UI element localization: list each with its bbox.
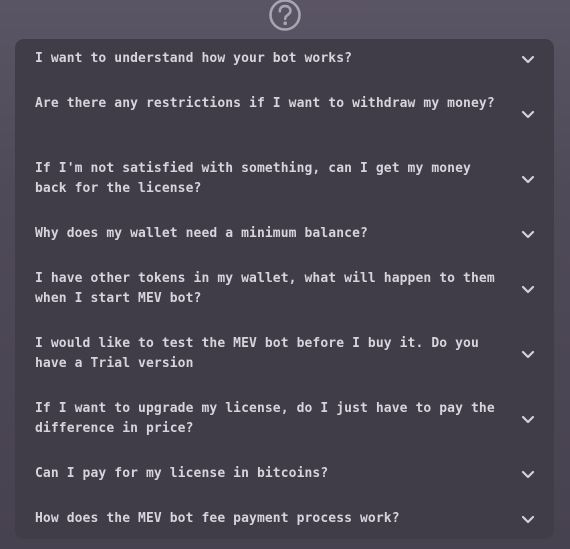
- question-circle-icon[interactable]: [268, 0, 302, 32]
- chevron-down-icon[interactable]: [521, 230, 535, 239]
- faq-item[interactable]: Are there any restrictions if I want to …: [15, 94, 554, 134]
- faq-question: I want to understand how your bot works?: [35, 51, 353, 66]
- chevron-down-icon[interactable]: [521, 470, 535, 479]
- faq-question: If I want to upgrade my license, do I ju…: [35, 401, 495, 436]
- chevron-down-icon[interactable]: [521, 415, 535, 424]
- chevron-down-icon[interactable]: [521, 350, 535, 359]
- chevron-down-icon[interactable]: [521, 55, 535, 64]
- faq-question: How does the MEV bot fee payment process…: [35, 511, 400, 526]
- faq-item[interactable]: I would like to test the MEV bot before …: [15, 334, 554, 374]
- faq-question: I would like to test the MEV bot before …: [35, 336, 479, 371]
- faq-question: Are there any restrictions if I want to …: [35, 96, 495, 111]
- faq-question: If I'm not satisfied with something, can…: [35, 161, 471, 196]
- faq-item[interactable]: If I want to upgrade my license, do I ju…: [15, 399, 554, 439]
- faq-item[interactable]: How does the MEV bot fee payment process…: [15, 509, 554, 529]
- faq-item[interactable]: I want to understand how your bot works?: [15, 49, 554, 69]
- faq-question: I have other tokens in my wallet, what w…: [35, 271, 495, 306]
- faq-panel: I want to understand how your bot works?…: [15, 39, 554, 539]
- faq-item[interactable]: Why does my wallet need a minimum balanc…: [15, 224, 554, 244]
- faq-question: Can I pay for my license in bitcoins?: [35, 466, 329, 481]
- faq-item[interactable]: If I'm not satisfied with something, can…: [15, 159, 554, 199]
- faq-item[interactable]: I have other tokens in my wallet, what w…: [15, 269, 554, 309]
- chevron-down-icon[interactable]: [521, 110, 535, 119]
- chevron-down-icon[interactable]: [521, 175, 535, 184]
- chevron-down-icon[interactable]: [521, 285, 535, 294]
- faq-item[interactable]: Can I pay for my license in bitcoins?: [15, 464, 554, 484]
- faq-question: Why does my wallet need a minimum balanc…: [35, 226, 368, 241]
- chevron-down-icon[interactable]: [521, 515, 535, 524]
